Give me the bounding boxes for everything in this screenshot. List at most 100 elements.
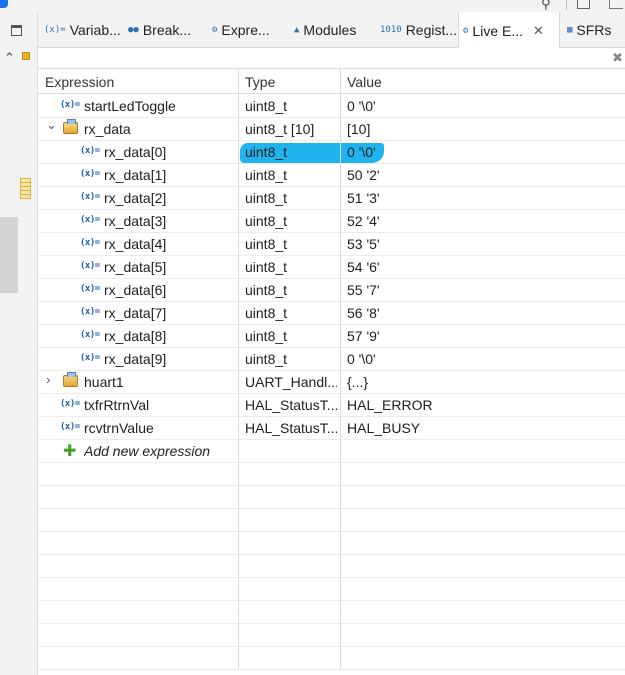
chevron-right-icon[interactable]: › [46, 372, 50, 387]
value-text: HAL_ERROR [347, 397, 433, 413]
type-text: uint8_t [245, 236, 288, 252]
table-row[interactable]: (x)= rx_data[2] uint8_t 51 '3' [38, 187, 625, 210]
variable-icon: (x)= [80, 146, 100, 156]
search-icon[interactable]: ⚲ [541, 0, 551, 12]
table-row[interactable]: ⌄ rx_data uint8_t [10] [10] [38, 117, 625, 141]
value-cell[interactable]: 52 '4' [341, 210, 625, 233]
empty-cell [239, 463, 341, 486]
table-row[interactable]: (x)= startLedToggle uint8_t 0 '\0' [38, 95, 625, 118]
expression-name: startLedToggle [84, 98, 176, 114]
value-cell[interactable]: 57 '9' [341, 325, 625, 348]
value-cell[interactable]: 0 '\0' [341, 95, 625, 118]
chevron-up-icon[interactable]: ⌃ [4, 50, 15, 66]
tab-label: Variab... [69, 22, 121, 38]
expression-cell: (x)= rx_data[5] [38, 256, 239, 279]
expression-name: rx_data[7] [104, 305, 167, 321]
view-tab-bar: (x)= Variab... ●● Break... ⚙ Expre... ▲ Modules… [38, 12, 625, 49]
empty-cell [341, 601, 625, 624]
tab-4[interactable]: 1010 Regist... [376, 12, 457, 48]
type-cell: uint8_t [239, 95, 341, 118]
expression-cell: (x)= rcvtrnValue [38, 417, 239, 440]
table-row[interactable]: (x)= rx_data[7] uint8_t 56 '8' [38, 302, 625, 325]
tab-2[interactable]: ⚙ Expre... [208, 12, 286, 48]
type-text: uint8_t [245, 167, 288, 183]
value-text: 56 '8' [347, 305, 380, 321]
tab-label: SFRs [576, 22, 612, 38]
column-label: Expression [45, 74, 115, 90]
tab-5[interactable]: ⚙ Live E... ✕ [458, 12, 560, 49]
value-text: 0 '\0' [347, 351, 376, 367]
variable-icon: (x)= [60, 100, 80, 110]
table-row[interactable]: › huart1 UART_Handl... {...} [38, 371, 625, 394]
scrollbar-thumb[interactable] [0, 217, 18, 293]
value-cell[interactable]: [10] [341, 118, 625, 141]
value-cell[interactable]: 56 '8' [341, 302, 625, 325]
table-row[interactable]: (x)= rx_data[9] uint8_t 0 '\0' [38, 348, 625, 371]
struct-icon [63, 372, 78, 387]
value-cell[interactable]: HAL_BUSY [341, 417, 625, 440]
tab-3[interactable]: ▲ Modules [290, 12, 370, 48]
empty-cell [341, 532, 625, 555]
value-cell[interactable]: 55 '7' [341, 279, 625, 302]
table-row[interactable]: (x)= txfrRtrnVal HAL_StatusT... HAL_ERROR [38, 394, 625, 417]
expression-name[interactable]: Add new expression [84, 443, 210, 459]
expressions-table: Expression Type Value (x)= startLedToggle… [38, 68, 625, 675]
type-cell: uint8_t [239, 256, 341, 279]
type-text: uint8_t [245, 213, 288, 229]
variable-icon: (x)= [80, 307, 100, 317]
value-text: {...} [347, 374, 369, 390]
table-row[interactable]: (x)= rx_data[8] uint8_t 57 '9' [38, 325, 625, 348]
expression-name: rx_data [84, 121, 131, 137]
chevron-down-icon[interactable]: ⌄ [46, 117, 57, 133]
column-header-expression[interactable]: Expression [38, 69, 239, 95]
open-perspective-icon[interactable] [609, 0, 623, 9]
expression-name: txfrRtrnVal [84, 397, 150, 413]
column-header-value[interactable]: Value [341, 69, 625, 95]
struct-icon [63, 119, 78, 134]
value-cell[interactable]: 50 '2' [341, 164, 625, 187]
value-cell[interactable]: 51 '3' [341, 187, 625, 210]
table-row[interactable]: (x)= rx_data[1] uint8_t 50 '2' [38, 164, 625, 187]
view-toolbar: ✖ [38, 48, 625, 68]
type-text: uint8_t [245, 259, 288, 275]
tab-0[interactable]: (x)= Variab... [40, 12, 122, 48]
table-row[interactable]: (x)= rx_data[3] uint8_t 52 '4' [38, 210, 625, 233]
type-text: uint8_t [245, 190, 288, 206]
empty-cell [341, 463, 625, 486]
value-cell[interactable]: 53 '5' [341, 233, 625, 256]
value-text: 51 '3' [347, 190, 380, 206]
close-tab-icon[interactable]: ✕ [533, 23, 544, 39]
value-cell[interactable]: 0 '\0' [341, 141, 625, 164]
value-text: 53 '5' [347, 236, 380, 252]
value-cell[interactable]: 54 '6' [341, 256, 625, 279]
empty-cell [38, 624, 239, 647]
minimize-icon[interactable] [11, 25, 22, 36]
value-cell[interactable]: HAL_ERROR [341, 394, 625, 417]
perspective-icon[interactable] [577, 0, 590, 9]
empty-cell [239, 624, 341, 647]
value-cell[interactable] [341, 440, 625, 463]
add-expression-row[interactable]: ✚ Add new expression [38, 440, 625, 463]
tab-6[interactable]: ▦ SFRs [563, 12, 625, 48]
type-cell: uint8_t [239, 233, 341, 256]
add-icon: ✚ [63, 443, 77, 460]
type-text: uint8_t [245, 328, 288, 344]
variable-icon: (x)= [60, 422, 80, 432]
type-text: uint8_t [245, 98, 288, 114]
type-cell: UART_Handl... [239, 371, 341, 394]
table-row[interactable]: (x)= rx_data[0] uint8_t 0 '\0' [38, 141, 625, 164]
table-row[interactable]: (x)= rx_data[5] uint8_t 54 '6' [38, 256, 625, 279]
expression-cell: ✚ Add new expression [38, 440, 239, 463]
column-header-type[interactable]: Type [239, 69, 341, 95]
table-row[interactable]: (x)= rcvtrnValue HAL_StatusT... HAL_BUSY [38, 417, 625, 440]
table-row[interactable]: (x)= rx_data[6] uint8_t 55 '7' [38, 279, 625, 302]
value-cell[interactable]: {...} [341, 371, 625, 394]
table-row[interactable]: (x)= rx_data[4] uint8_t 53 '5' [38, 233, 625, 256]
empty-cell [38, 601, 239, 624]
empty-cell [341, 647, 625, 670]
tab-1[interactable]: ●● Break... [124, 12, 204, 48]
expression-cell: (x)= rx_data[3] [38, 210, 239, 233]
remove-all-icon[interactable]: ✖ [612, 50, 623, 66]
value-cell[interactable]: 0 '\0' [341, 348, 625, 371]
tab-icon: (x)= [44, 25, 66, 35]
